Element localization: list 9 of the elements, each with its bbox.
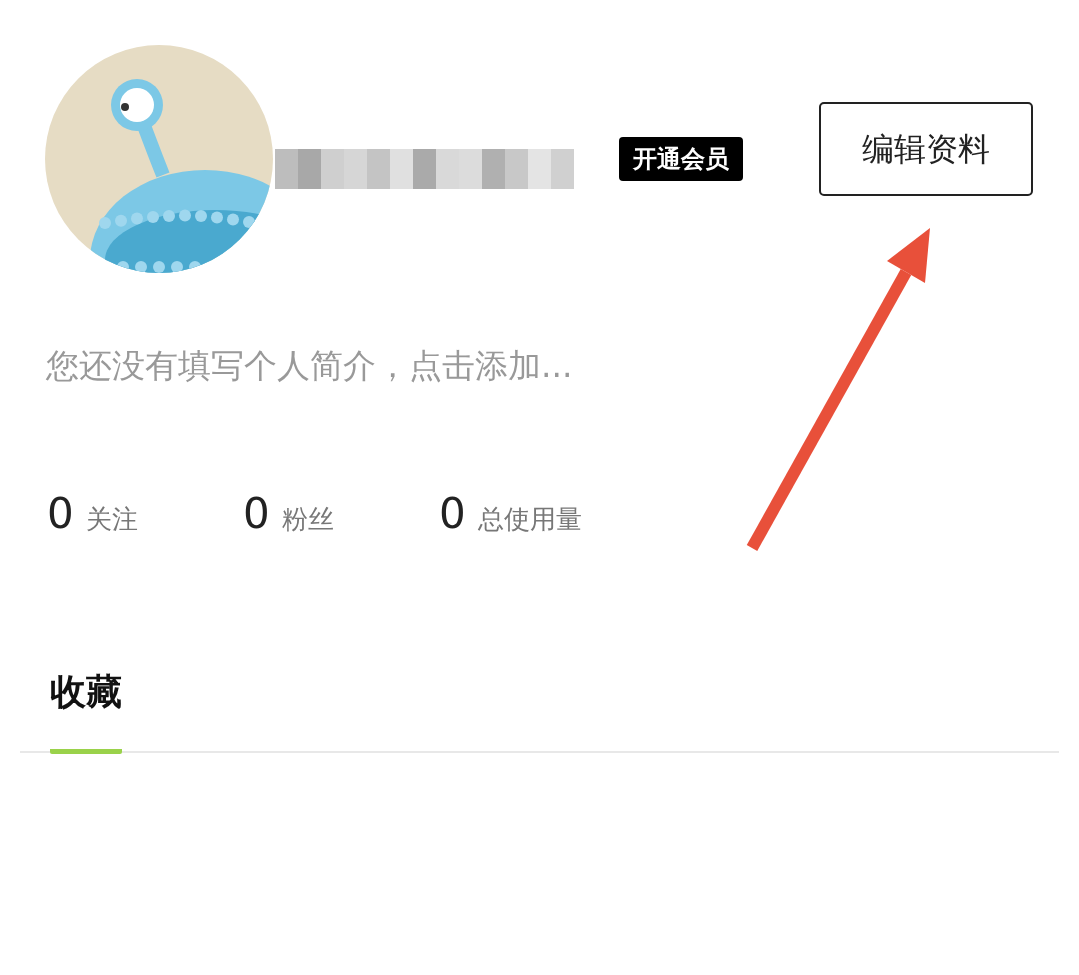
stat-value: 0 xyxy=(47,488,74,540)
stat-label: 关注 xyxy=(85,503,138,536)
stat-value: 0 xyxy=(439,488,466,540)
edit-profile-button[interactable]: 编辑资料 xyxy=(819,102,1033,196)
vip-badge[interactable]: 开通会员 xyxy=(619,137,743,181)
stat-label: 粉丝 xyxy=(281,503,334,536)
stat-label: 总使用量 xyxy=(477,503,582,536)
tab[interactable]: 收藏 xyxy=(50,665,122,754)
stat-value: 0 xyxy=(243,488,270,540)
